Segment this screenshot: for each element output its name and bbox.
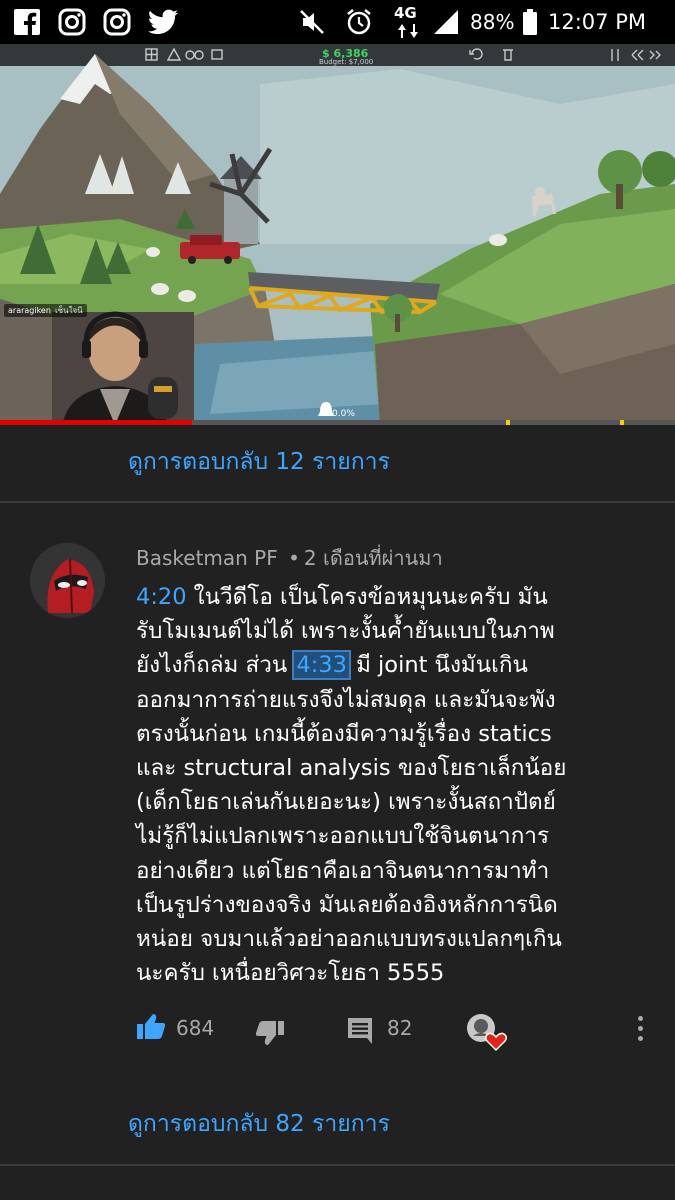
comment-line: หน่อย จบมาแล้วอย่าออกแบบทรงแปลกๆเกิน (136, 922, 656, 956)
comment-author[interactable]: Basketman PF (136, 546, 278, 570)
avatar-deadpool-icon (30, 543, 105, 618)
comment-text-segment: อย่างเดียว แต่โยธาคือเอาจินตนาการมาทำ (136, 857, 550, 884)
comment-line: นะครับ เหนื่อยวิศวะโยธา 5555 (136, 956, 656, 990)
instagram-icon (58, 8, 86, 36)
comment-text-segment: ยังไงก็ถล่ม ส่วน (136, 652, 295, 679)
facebook-icon (14, 9, 40, 36)
comment-line: และ structural analysis ของโยธาเล็กน้อย (136, 751, 656, 785)
avatar[interactable] (30, 543, 105, 618)
dislike-button[interactable] (255, 1020, 285, 1047)
comment-text: 4:20 ในวีดีโอ เป็นโครงข้อหมุนนะครับ มันร… (136, 580, 656, 990)
more-options-icon[interactable] (637, 1016, 645, 1044)
signal-icon (434, 10, 458, 34)
status-bar: 4G 88% 12:07 PM (0, 0, 675, 44)
view-replies-top[interactable]: ดูการตอบกลับ 12 รายการ (128, 444, 390, 480)
reply-count: 82 (387, 1016, 413, 1040)
game-scene (0, 44, 675, 425)
comment-text-segment: ออกมาการถ่ายแรงจึงไม่สมดุล และมันจะพัง (136, 686, 556, 713)
comment-text-segment: (เด็กโยธาเล่นกันเยอะนะ) เพราะงั้นสถาปัตย… (136, 789, 556, 816)
comment-text-segment: รับโมเมนต์ไม่ได้ เพราะงั้นค้ำยันแบบในภาพ (136, 618, 555, 645)
divider (0, 1164, 675, 1166)
chapter-marker (506, 420, 510, 425)
streamer-subtitle: เซ็นใจนี (54, 306, 83, 315)
comment-line: 4:20 ในวีดีโอ เป็นโครงข้อหมุนนะครับ มัน (136, 580, 656, 614)
comment-text-segment: มี joint นึงมันเกิน (348, 652, 528, 679)
video-progress-bar[interactable] (0, 420, 675, 425)
comment-text-segment: ในวีดีโอ เป็นโครงข้อหมุนนะครับ มัน (186, 584, 548, 610)
video-player[interactable]: $ 6,386 Budget: $7,000 araragiken เซ็นใจน… (0, 44, 675, 425)
instagram-icon (103, 8, 131, 36)
chapter-marker (620, 420, 624, 425)
comment-line: ตรงนั้นก่อน เกมนี้ต้องมีความรู้เรื่อง st… (136, 717, 656, 751)
comment-text-segment: นะครับ เหนื่อยวิศวะโยธา 5555 (136, 960, 445, 987)
twitter-icon (147, 9, 179, 35)
comment-meta: Basketman PF • 2 เดือนที่ผ่านมา (136, 542, 443, 574)
reply-icon[interactable] (346, 1016, 374, 1044)
comment-line: อย่างเดียว แต่โยธาคือเอาจินตนาการมาทำ (136, 854, 656, 888)
mute-icon (300, 10, 324, 34)
comment-text-segment: ตรงนั้นก่อน เกมนี้ต้องมีความรู้เรื่อง st… (136, 720, 552, 747)
data-arrows-icon (398, 24, 418, 38)
comment-line: (เด็กโยธาเล่นกันเยอะนะ) เพราะงั้นสถาปัตย… (136, 785, 656, 819)
battery-icon (523, 9, 537, 35)
comment-line: ไม่รู้ก็ไม่แปลกเพราะออกแบบใช้จินตนาการ (136, 819, 656, 853)
completion-percent: 0.0% (332, 409, 355, 419)
battery-percent: 88% (470, 10, 515, 34)
comment-line: ออกมาการถ่ายแรงจึงไม่สมดุล และมันจะพัง (136, 683, 656, 717)
alarm-icon (347, 9, 371, 35)
comment-text-segment: เป็นรูปร่างของจริง มันเลยต้องอิงหลักการน… (136, 891, 558, 918)
timestamp-link[interactable]: 4:33 (292, 650, 351, 681)
creator-heart-icon (467, 1014, 508, 1052)
divider (0, 501, 675, 503)
timestamp-link[interactable]: 4:20 (136, 584, 187, 610)
comment-line: รับโมเมนต์ไม่ได้ เพราะงั้นค้ำยันแบบในภาพ (136, 614, 656, 648)
comment-line: เป็นรูปร่างของจริง มันเลยต้องอิงหลักการน… (136, 888, 656, 922)
network-type: 4G (394, 4, 417, 22)
video-progress-fill (0, 420, 193, 425)
clock: 12:07 PM (548, 10, 646, 34)
comment-text-segment: และ structural analysis ของโยธาเล็กน้อย (136, 754, 567, 781)
view-replies-bottom[interactable]: ดูการตอบกลับ 82 รายการ (128, 1106, 390, 1142)
game-budget: Budget: $7,000 (319, 58, 374, 66)
streamer-tag: araragiken เซ็นใจนี (4, 304, 87, 317)
comment-text-segment: หน่อย จบมาแล้วอย่าออกแบบทรงแปลกๆเกิน (136, 925, 562, 952)
meta-separator: • (288, 546, 300, 570)
comment-time: 2 เดือนที่ผ่านมา (303, 546, 443, 570)
comment-text-segment: ไม่รู้ก็ไม่แปลกเพราะออกแบบใช้จินตนาการ (136, 823, 550, 850)
comment-line: ยังไงก็ถล่ม ส่วน 4:33 มี joint นึงมันเกิ… (136, 648, 656, 682)
like-button[interactable] (136, 1012, 166, 1040)
streamer-name: araragiken (8, 306, 51, 315)
like-count: 684 (176, 1016, 215, 1040)
